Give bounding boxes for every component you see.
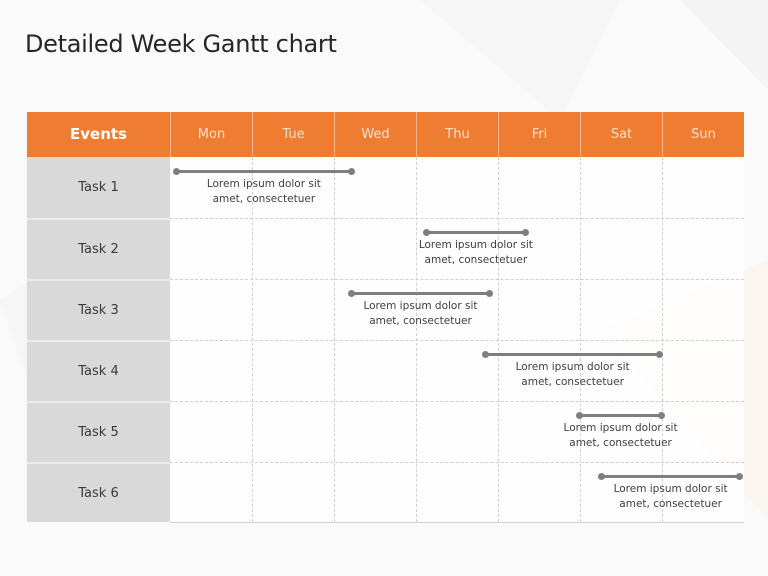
gantt-bar (422, 229, 529, 236)
bar-label: Lorem ipsum dolor sit amet, consectetuer (488, 360, 658, 390)
header-day-sat: Sat (580, 112, 662, 157)
page-title: Detailed Week Gantt chart (25, 30, 337, 58)
bar-endpoint (576, 412, 584, 419)
bar-label-line2: amet, consectetuer (521, 376, 624, 388)
bar-label-line1: Lorem ipsum dolor sit (515, 361, 630, 373)
grid-hline (170, 279, 744, 280)
task-label: Task 3 (27, 279, 170, 340)
bar-endpoint (422, 229, 430, 236)
header-day-wed: Wed (334, 112, 416, 157)
bar-label-line2: amet, consectetuer (212, 193, 316, 205)
gantt-chart: Events Mon Tue Wed Thu Fri Sat Sun Task 1 Task … (27, 112, 744, 523)
gantt-bar (598, 473, 743, 480)
header-row: Events Mon Tue Wed Thu Fri Sat Sun (27, 112, 744, 157)
task-label: Task 2 (27, 218, 170, 279)
bar-endpoint (172, 168, 180, 175)
bar-label: Lorem ipsum dolor sit amet, consectetuer (586, 482, 756, 512)
bar-endpoint (657, 412, 665, 419)
bar-label-line1: Lorem ipsum dolor sit (613, 483, 728, 495)
bar-label: Lorem ipsum dolor sit amet, consectetuer (336, 299, 506, 329)
gantt-bar (172, 168, 356, 175)
bar-label-line2: amet, consectetuer (569, 437, 672, 449)
grid-hline (170, 401, 744, 402)
bar-endpoint (348, 168, 356, 175)
header-day-fri: Fri (498, 112, 580, 157)
header-day-mon: Mon (170, 112, 252, 157)
task-label: Task 5 (27, 401, 170, 462)
bar-label: Lorem ipsum dolor sit amet, consectetuer (391, 238, 561, 268)
bar-endpoint (735, 473, 743, 480)
bar-label-line1: Lorem ipsum dolor sit (363, 300, 478, 312)
header-day-tue: Tue (252, 112, 334, 157)
bar-label-line2: amet, consectetuer (619, 498, 722, 510)
bar-endpoint (598, 473, 606, 480)
bar-label-line1: Lorem ipsum dolor sit (206, 178, 321, 190)
grid-hline (170, 340, 744, 341)
gantt-bar (576, 412, 665, 419)
bar-label: Lorem ipsum dolor sit amet, consectetuer (536, 421, 706, 451)
gantt-body: Lorem ipsum dolor sit amet, consectetuer L… (170, 157, 744, 523)
bar-label-line2: amet, consectetuer (369, 315, 472, 327)
bar-endpoint (521, 229, 529, 236)
bar-label: Lorem ipsum dolor sit amet, consectetuer (179, 177, 349, 207)
header-day-sun: Sun (662, 112, 744, 157)
bar-label-line2: amet, consectetuer (424, 254, 528, 266)
task-label: Task 6 (27, 462, 170, 522)
grid-hline (170, 462, 744, 463)
bar-endpoint (481, 351, 489, 358)
bar-endpoint (348, 290, 356, 297)
gantt-bar (481, 351, 664, 358)
bar-label-line1: Lorem ipsum dolor sit (418, 239, 533, 251)
header-day-thu: Thu (416, 112, 498, 157)
task-label: Task 1 (27, 157, 170, 218)
grid-hline (170, 218, 744, 219)
gantt-bar (348, 290, 493, 297)
bar-label-line1: Lorem ipsum dolor sit (563, 422, 678, 434)
bar-endpoint (485, 290, 493, 297)
header-events: Events (70, 125, 127, 143)
task-label: Task 4 (27, 340, 170, 401)
